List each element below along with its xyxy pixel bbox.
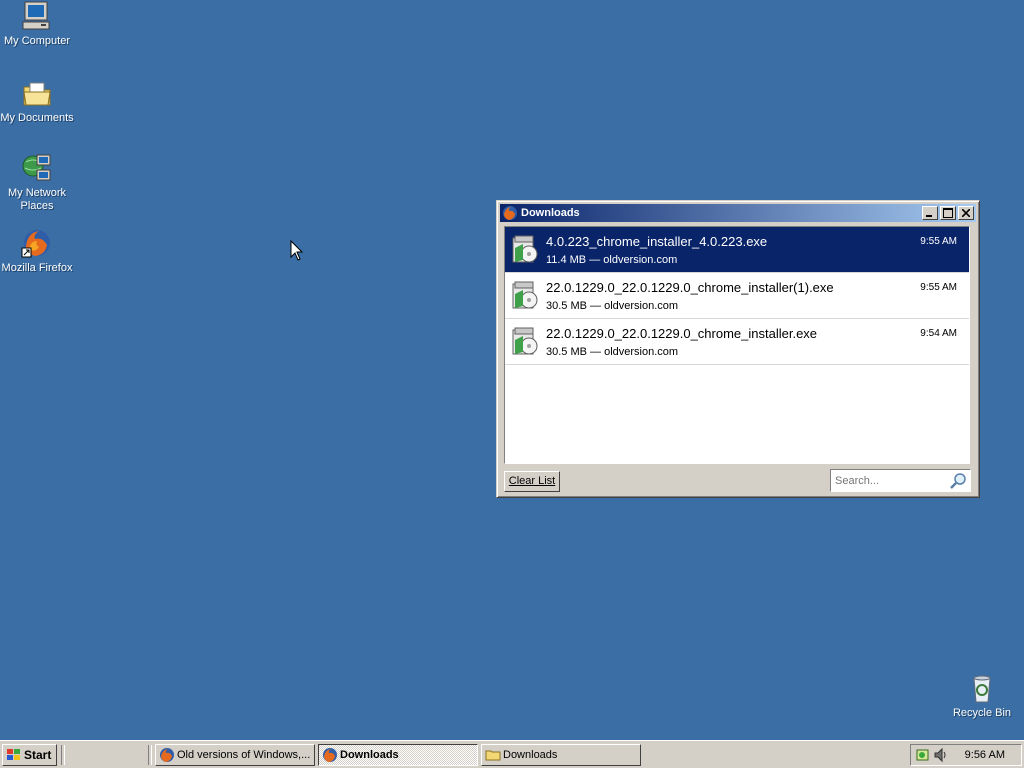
desktop-icon-label: Mozilla Firefox: [1, 262, 73, 274]
folder-documents-icon: [21, 77, 53, 109]
downloads-window: Downloads 4.0.223_chrome_installer_4.0.2…: [496, 200, 980, 498]
desktop-icon-label: Recycle Bin: [952, 707, 1012, 719]
taskbar-button-old-versions[interactable]: Old versions of Windows,...: [155, 744, 315, 766]
firefox-icon: [503, 206, 517, 220]
clock[interactable]: 9:56 AM: [965, 749, 1005, 761]
volume-icon[interactable]: [933, 747, 949, 763]
firefox-icon: [21, 227, 53, 259]
recycle-bin-icon: [966, 672, 998, 704]
maximize-icon: [943, 208, 953, 218]
download-time: 9:55 AM: [920, 282, 957, 293]
taskbar-separator: [148, 745, 152, 765]
download-meta: 30.5 MB — oldversion.com: [546, 346, 679, 358]
desktop-icon-firefox[interactable]: Mozilla Firefox: [0, 227, 74, 275]
network-places-icon: [21, 152, 53, 184]
taskbar-button-downloads-folder[interactable]: Downloads: [481, 744, 641, 766]
installer-file-icon: [512, 235, 538, 263]
downloads-list[interactable]: 4.0.223_chrome_installer_4.0.223.exe 11.…: [504, 226, 970, 464]
windows-logo-icon: [7, 749, 20, 760]
window-titlebar[interactable]: Downloads: [500, 204, 976, 222]
taskbar-button-label: Downloads: [340, 749, 399, 761]
download-item[interactable]: 22.0.1229.0_22.0.1229.0_chrome_installer…: [505, 273, 969, 319]
my-computer-icon: [21, 0, 53, 32]
desktop-icon-label: My Network Places: [7, 187, 67, 212]
download-filename: 22.0.1229.0_22.0.1229.0_chrome_installer…: [546, 280, 834, 295]
desktop-icon-my-documents[interactable]: My Documents: [0, 77, 74, 125]
installer-file-icon: [512, 327, 538, 355]
download-item[interactable]: 22.0.1229.0_22.0.1229.0_chrome_installer…: [505, 319, 969, 365]
firefox-icon: [160, 748, 174, 762]
download-filename: 4.0.223_chrome_installer_4.0.223.exe: [546, 234, 768, 249]
desktop-icon-network-places[interactable]: My Network Places: [0, 152, 74, 213]
search-input[interactable]: [835, 471, 945, 490]
installer-file-icon: [512, 281, 538, 309]
download-filename: 22.0.1229.0_22.0.1229.0_chrome_installer…: [546, 326, 818, 341]
start-button[interactable]: Start: [2, 744, 57, 766]
search-box[interactable]: [830, 469, 971, 492]
network-status-icon[interactable]: [915, 747, 931, 763]
close-button[interactable]: [958, 206, 974, 220]
mouse-cursor-icon: [290, 240, 304, 261]
taskbar: Start Old versions of Windows,... Downlo…: [0, 740, 1024, 768]
start-label: Start: [24, 748, 52, 762]
maximize-button[interactable]: [940, 206, 956, 220]
clear-list-button[interactable]: Clear List: [504, 471, 560, 492]
taskbar-separator: [61, 745, 65, 765]
desktop-icon-label: My Computer: [3, 35, 71, 47]
download-meta: 11.4 MB — oldversion.com: [546, 254, 678, 266]
download-time: 9:54 AM: [920, 328, 957, 339]
taskbar-button-downloads-firefox[interactable]: Downloads: [318, 744, 478, 766]
firefox-icon: [323, 748, 337, 762]
taskbar-button-label: Downloads: [503, 749, 558, 761]
download-item[interactable]: 4.0.223_chrome_installer_4.0.223.exe 11.…: [505, 227, 969, 273]
system-tray: 9:56 AM: [910, 744, 1022, 766]
minimize-icon: [926, 215, 932, 217]
close-icon: [962, 209, 970, 217]
desktop-icon-label: My Documents: [0, 112, 74, 124]
download-meta: 30.5 MB — oldversion.com: [546, 300, 679, 312]
search-icon[interactable]: [949, 472, 967, 490]
desktop-icon-my-computer[interactable]: My Computer: [0, 0, 74, 48]
download-time: 9:55 AM: [920, 236, 957, 247]
folder-icon: [485, 750, 501, 761]
minimize-button[interactable]: [922, 206, 938, 220]
taskbar-button-label: Old versions of Windows,...: [177, 749, 311, 761]
desktop-icon-recycle-bin[interactable]: Recycle Bin: [945, 672, 1019, 720]
window-title: Downloads: [521, 207, 580, 219]
